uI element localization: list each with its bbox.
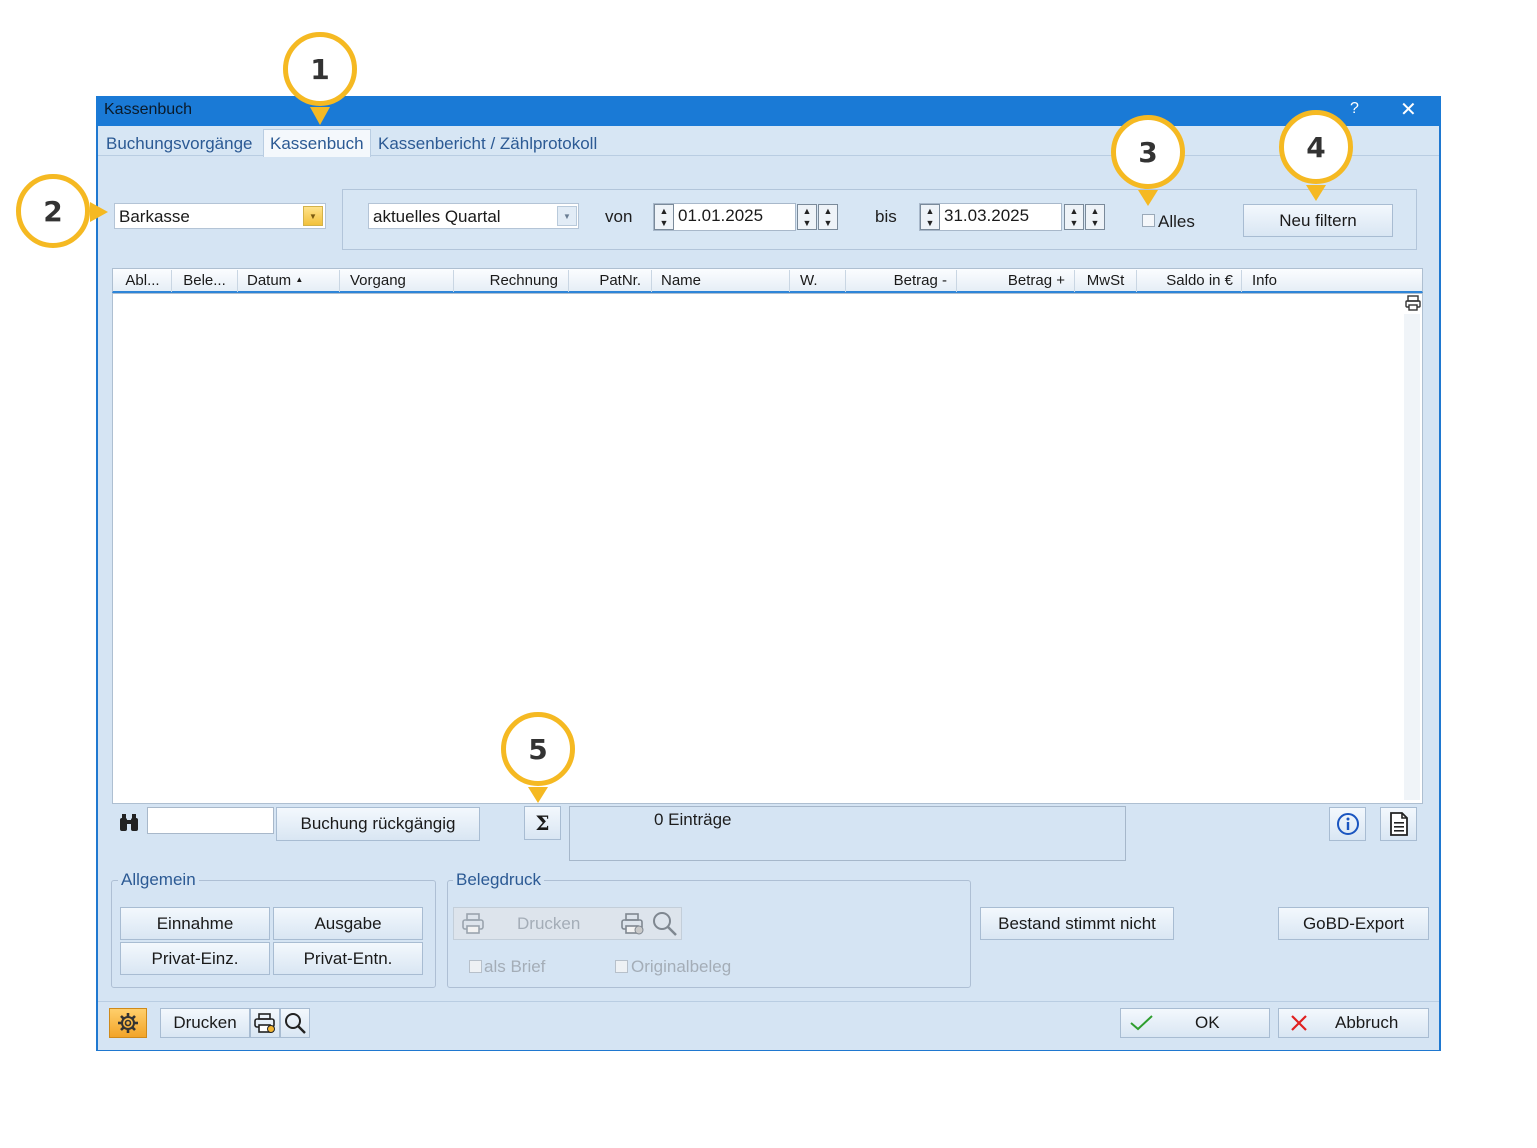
ok-button[interactable]: OK	[1120, 1008, 1270, 1038]
from-date-spin-left[interactable]: ▲ ▼	[654, 204, 674, 230]
expense-button[interactable]: Ausgabe	[273, 907, 423, 940]
column-header-mwst[interactable]: MwSt	[1075, 270, 1137, 292]
help-button[interactable]: ?	[1350, 100, 1359, 118]
printer-settings-icon	[254, 1013, 275, 1033]
settings-button[interactable]	[109, 1008, 147, 1038]
callout-1-pointer	[310, 107, 330, 125]
original-receipt-checkbox[interactable]	[615, 960, 628, 973]
column-header-beleg[interactable]: Bele...	[172, 270, 238, 292]
status-box	[569, 806, 1126, 861]
account-select[interactable]: Barkasse	[114, 203, 326, 229]
column-header-datum-label: Datum	[247, 272, 292, 289]
info-button[interactable]	[1329, 807, 1366, 841]
magnifier-icon	[285, 1013, 306, 1034]
to-date-field[interactable]: 31.03.2025	[919, 203, 1062, 231]
column-header-rechnung[interactable]: Rechnung	[454, 270, 569, 292]
cancel-label: Abbruch	[1335, 1013, 1399, 1032]
cancel-x-icon	[1291, 1015, 1307, 1031]
period-select[interactable]: aktuelles Quartal	[368, 203, 579, 229]
tab-buchungsvorgaenge[interactable]: Buchungsvorgänge	[106, 134, 253, 154]
column-header-vorgang[interactable]: Vorgang	[340, 270, 454, 292]
tab-kassenbuch[interactable]: Kassenbuch	[263, 129, 371, 157]
receipt-preview-icon[interactable]	[651, 910, 679, 938]
to-date-value: 31.03.2025	[944, 206, 1030, 225]
callout-1: 1	[283, 32, 357, 106]
print-button[interactable]: Drucken	[160, 1008, 250, 1038]
period-dropdown-button[interactable]: ▼	[557, 206, 577, 226]
receipt-printer-icon	[460, 911, 486, 937]
refilter-button[interactable]: Neu filtern	[1243, 204, 1393, 237]
all-label: Alles	[1158, 212, 1195, 231]
gear-icon	[118, 1013, 138, 1033]
info-icon	[1336, 813, 1359, 835]
to-label: bis	[875, 207, 897, 226]
column-header-abl[interactable]: Abl...	[114, 270, 172, 292]
receipt-print-button[interactable]: Drucken	[517, 914, 580, 934]
callout-3-pointer	[1138, 190, 1158, 206]
callout-2: 2	[16, 174, 90, 248]
callout-5: 5	[501, 712, 575, 786]
callout-5-pointer	[528, 787, 548, 803]
callout-4-pointer	[1306, 185, 1326, 201]
from-label: von	[605, 207, 633, 226]
general-group-title: Allgemein	[118, 870, 199, 890]
from-date-spin-day[interactable]: ▲ ▼	[797, 204, 817, 230]
cancel-button[interactable]: Abbruch	[1278, 1008, 1429, 1038]
column-header-betrag-plus[interactable]: Betrag +	[957, 270, 1075, 292]
income-button[interactable]: Einnahme	[120, 907, 270, 940]
grid-print-icon[interactable]	[1404, 294, 1422, 312]
column-header-datum[interactable]: Datum ▲	[238, 270, 340, 292]
account-dropdown-button[interactable]: ▼	[303, 206, 323, 226]
column-header-saldo[interactable]: Saldo in €	[1137, 270, 1242, 292]
stock-mismatch-button[interactable]: Bestand stimmt nicht	[980, 907, 1174, 940]
grid-scrollbar[interactable]	[1404, 314, 1420, 800]
column-header-info[interactable]: Info	[1242, 270, 1391, 292]
from-date-value: 01.01.2025	[678, 206, 764, 225]
undo-booking-button[interactable]: Buchung rückgängig	[276, 807, 480, 841]
search-input[interactable]	[147, 807, 274, 834]
column-header-waehrung[interactable]: W.	[790, 270, 846, 292]
account-select-value: Barkasse	[119, 207, 190, 226]
sort-ascending-icon: ▲	[295, 275, 304, 284]
document-icon	[1389, 812, 1408, 836]
column-header-patnr[interactable]: PatNr.	[569, 270, 652, 292]
as-letter-checkbox[interactable]	[469, 960, 482, 973]
from-date-field[interactable]: 01.01.2025	[653, 203, 796, 231]
to-date-spin-left[interactable]: ▲ ▼	[920, 204, 940, 230]
sum-button[interactable]: Σ	[524, 806, 561, 840]
callout-4: 4	[1279, 110, 1353, 184]
booking-grid[interactable]	[112, 293, 1423, 804]
print-preview-button[interactable]	[280, 1008, 310, 1038]
close-button[interactable]: ✕	[1400, 97, 1417, 122]
footer-divider	[98, 1001, 1439, 1002]
receipt-print-group-title: Belegdruck	[453, 870, 545, 890]
period-select-value: aktuelles Quartal	[373, 207, 501, 226]
column-header-name[interactable]: Name	[652, 270, 790, 292]
original-receipt-label: Originalbeleg	[631, 957, 732, 976]
title-bar[interactable]	[96, 96, 1441, 126]
ok-label: OK	[1195, 1013, 1220, 1032]
private-deposit-button[interactable]: Privat-Einz.	[120, 942, 270, 975]
private-withdrawal-button[interactable]: Privat-Entn.	[273, 942, 423, 975]
from-date-spin-month[interactable]: ▲ ▼	[818, 204, 838, 230]
receipt-print-settings-icon[interactable]	[619, 910, 647, 938]
all-checkbox[interactable]	[1142, 214, 1155, 227]
entries-count: 0 Einträge	[654, 810, 732, 829]
callout-3: 3	[1111, 115, 1185, 189]
column-header-betrag-minus[interactable]: Betrag -	[846, 270, 957, 292]
binoculars-icon[interactable]	[118, 812, 140, 834]
to-date-spin-month[interactable]: ▲ ▼	[1085, 204, 1105, 230]
window-title: Kassenbuch	[104, 101, 193, 118]
checkmark-icon	[1130, 1015, 1153, 1031]
tab-kassenbericht[interactable]: Kassenbericht / Zählprotokoll	[378, 134, 597, 154]
callout-2-pointer	[90, 202, 108, 222]
print-settings-button[interactable]	[250, 1008, 280, 1038]
gobd-export-button[interactable]: GoBD-Export	[1278, 907, 1429, 940]
document-button[interactable]	[1380, 807, 1417, 841]
to-date-spin-day[interactable]: ▲ ▼	[1064, 204, 1084, 230]
as-letter-label: als Brief	[484, 957, 546, 976]
